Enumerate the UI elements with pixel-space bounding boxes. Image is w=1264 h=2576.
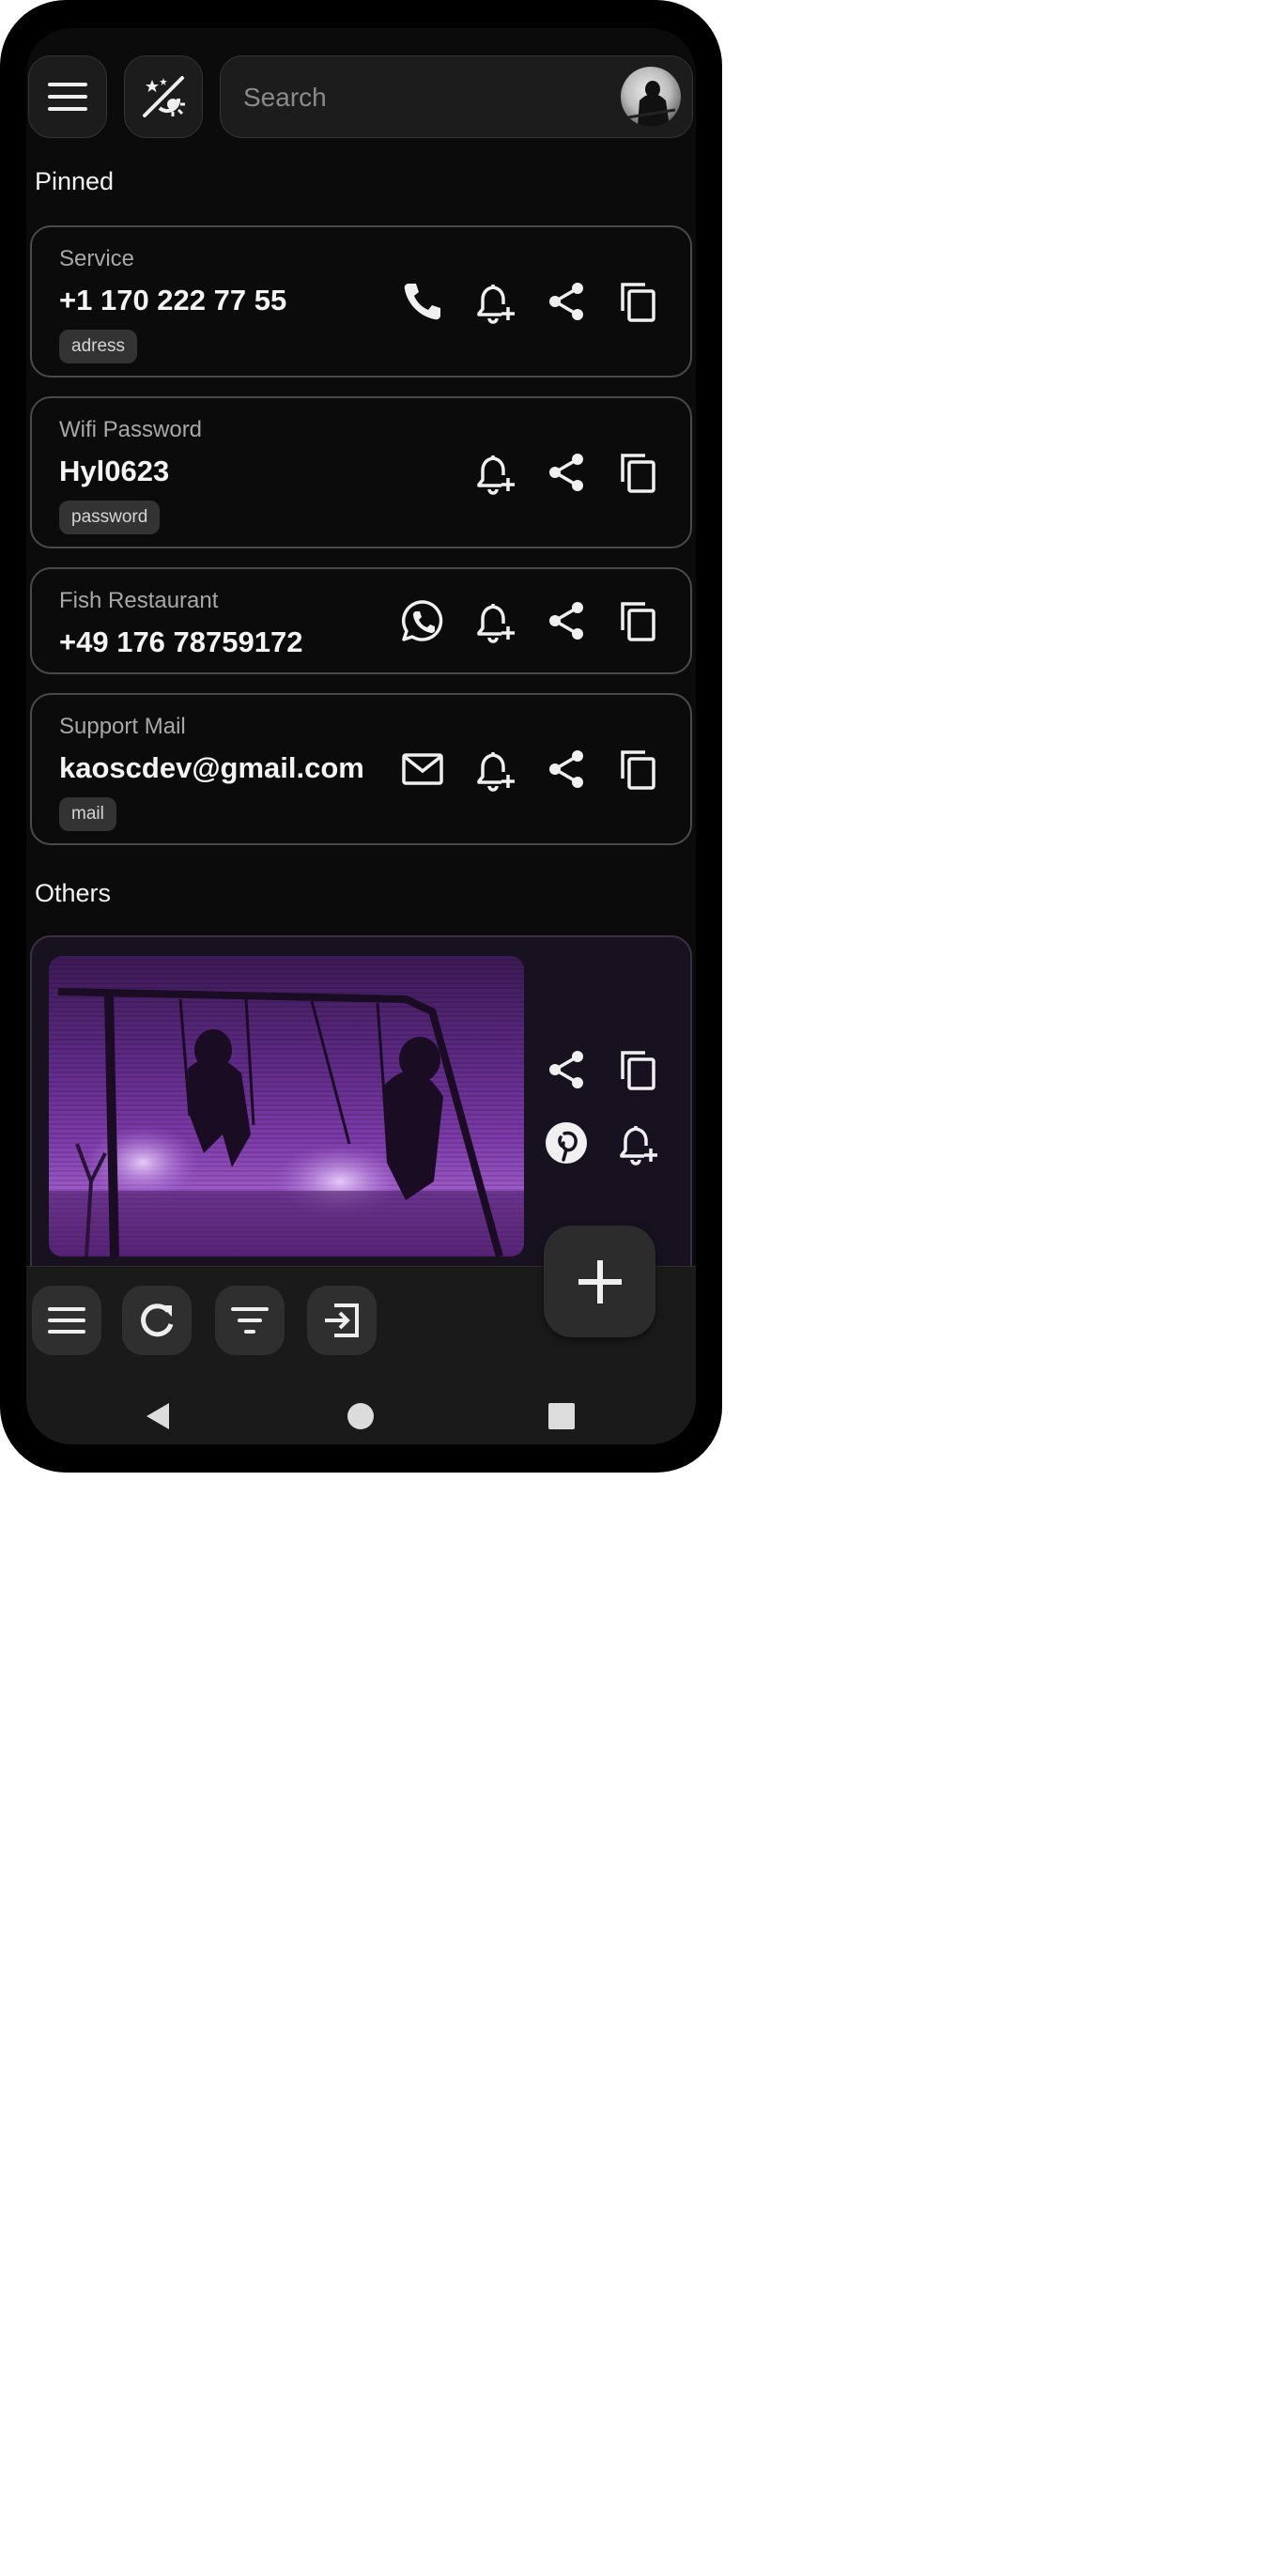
add-reminder-button[interactable] (614, 1119, 661, 1166)
mail-icon (402, 753, 443, 785)
share-button[interactable] (543, 597, 590, 644)
section-title-others: Others (35, 879, 112, 907)
card-label: Wifi Password (59, 417, 203, 442)
share-icon (549, 283, 583, 320)
card-value: kaoscdev@gmail.com (59, 751, 364, 784)
app-screen: Search Pinned Service +1 170 222 77 55 a… (26, 28, 696, 1444)
card-value: +1 170 222 77 55 (59, 284, 287, 316)
avatar[interactable] (621, 67, 681, 127)
copy-icon (621, 602, 655, 641)
card-value: Hyl0623 (59, 455, 170, 487)
share-icon (549, 602, 583, 640)
phone-frame: Search Pinned Service +1 170 222 77 55 a… (0, 0, 722, 1473)
share-button[interactable] (543, 746, 590, 793)
import-button[interactable] (307, 1286, 377, 1355)
share-icon (549, 454, 583, 491)
add-reminder-icon (620, 1126, 657, 1165)
copy-icon (621, 750, 655, 790)
nav-home-button[interactable] (347, 1401, 375, 1436)
refresh-icon (141, 1303, 174, 1337)
add-reminder-icon (477, 604, 515, 643)
refresh-button[interactable] (122, 1286, 192, 1355)
call-button[interactable] (399, 278, 446, 325)
pinned-card-service[interactable]: Service +1 170 222 77 55 adress (30, 225, 692, 378)
copy-icon (621, 1051, 655, 1090)
pinterest-button[interactable] (543, 1119, 590, 1166)
card-label: Support Mail (59, 714, 186, 739)
pinned-card-support-mail[interactable]: Support Mail kaoscdev@gmail.com mail (30, 693, 692, 845)
nav-back-button[interactable] (145, 1401, 171, 1436)
filter-button[interactable] (215, 1286, 285, 1355)
add-reminder-button[interactable] (471, 746, 518, 793)
add-reminder-button[interactable] (471, 278, 518, 325)
mail-button[interactable] (399, 746, 446, 793)
pinned-card-wifi[interactable]: Wifi Password Hyl0623 password (30, 396, 692, 548)
whatsapp-button[interactable] (399, 597, 446, 644)
home-icon (347, 1403, 374, 1429)
copy-icon (621, 454, 655, 493)
share-icon (549, 1051, 583, 1088)
theme-toggle-button[interactable] (124, 55, 203, 138)
share-button[interactable] (543, 449, 590, 496)
card-label: Fish Restaurant (59, 588, 219, 613)
bottom-menu-button[interactable] (32, 1286, 101, 1355)
tag-chip[interactable]: adress (59, 330, 138, 363)
pinterest-icon (546, 1122, 587, 1164)
pinned-card-fish-restaurant[interactable]: Fish Restaurant +49 176 78759172 (30, 567, 692, 674)
menu-icon (48, 83, 87, 111)
copy-button[interactable] (614, 449, 661, 496)
add-reminder-icon (477, 285, 515, 324)
copy-button[interactable] (614, 746, 661, 793)
filter-icon (231, 1307, 269, 1334)
add-icon (578, 1259, 622, 1303)
menu-button[interactable] (28, 55, 107, 138)
share-icon (549, 750, 583, 788)
card-value: +49 176 78759172 (59, 625, 303, 658)
copy-button[interactable] (614, 597, 661, 644)
search-input[interactable]: Search (243, 83, 327, 113)
import-icon (325, 1303, 359, 1337)
add-reminder-button[interactable] (471, 597, 518, 644)
recents-icon (548, 1403, 575, 1429)
share-button[interactable] (543, 278, 590, 325)
share-button[interactable] (543, 1046, 590, 1093)
swing-photo[interactable] (49, 956, 524, 1257)
copy-button[interactable] (614, 1046, 661, 1093)
nav-recents-button[interactable] (547, 1401, 576, 1436)
back-icon (146, 1403, 169, 1429)
phone-icon (404, 284, 440, 320)
menu-icon (48, 1307, 85, 1334)
card-label: Service (59, 246, 135, 271)
tag-chip[interactable]: mail (59, 797, 116, 831)
section-title-pinned: Pinned (35, 167, 115, 195)
add-reminder-icon (477, 752, 515, 792)
search-bar[interactable]: Search (220, 55, 693, 138)
copy-button[interactable] (614, 278, 661, 325)
add-reminder-button[interactable] (471, 449, 518, 496)
theme-toggle-icon (143, 76, 185, 117)
add-fab[interactable] (544, 1226, 655, 1337)
copy-icon (621, 283, 655, 322)
whatsapp-icon (401, 600, 443, 641)
tag-chip[interactable]: password (59, 501, 161, 534)
add-reminder-icon (477, 455, 515, 495)
